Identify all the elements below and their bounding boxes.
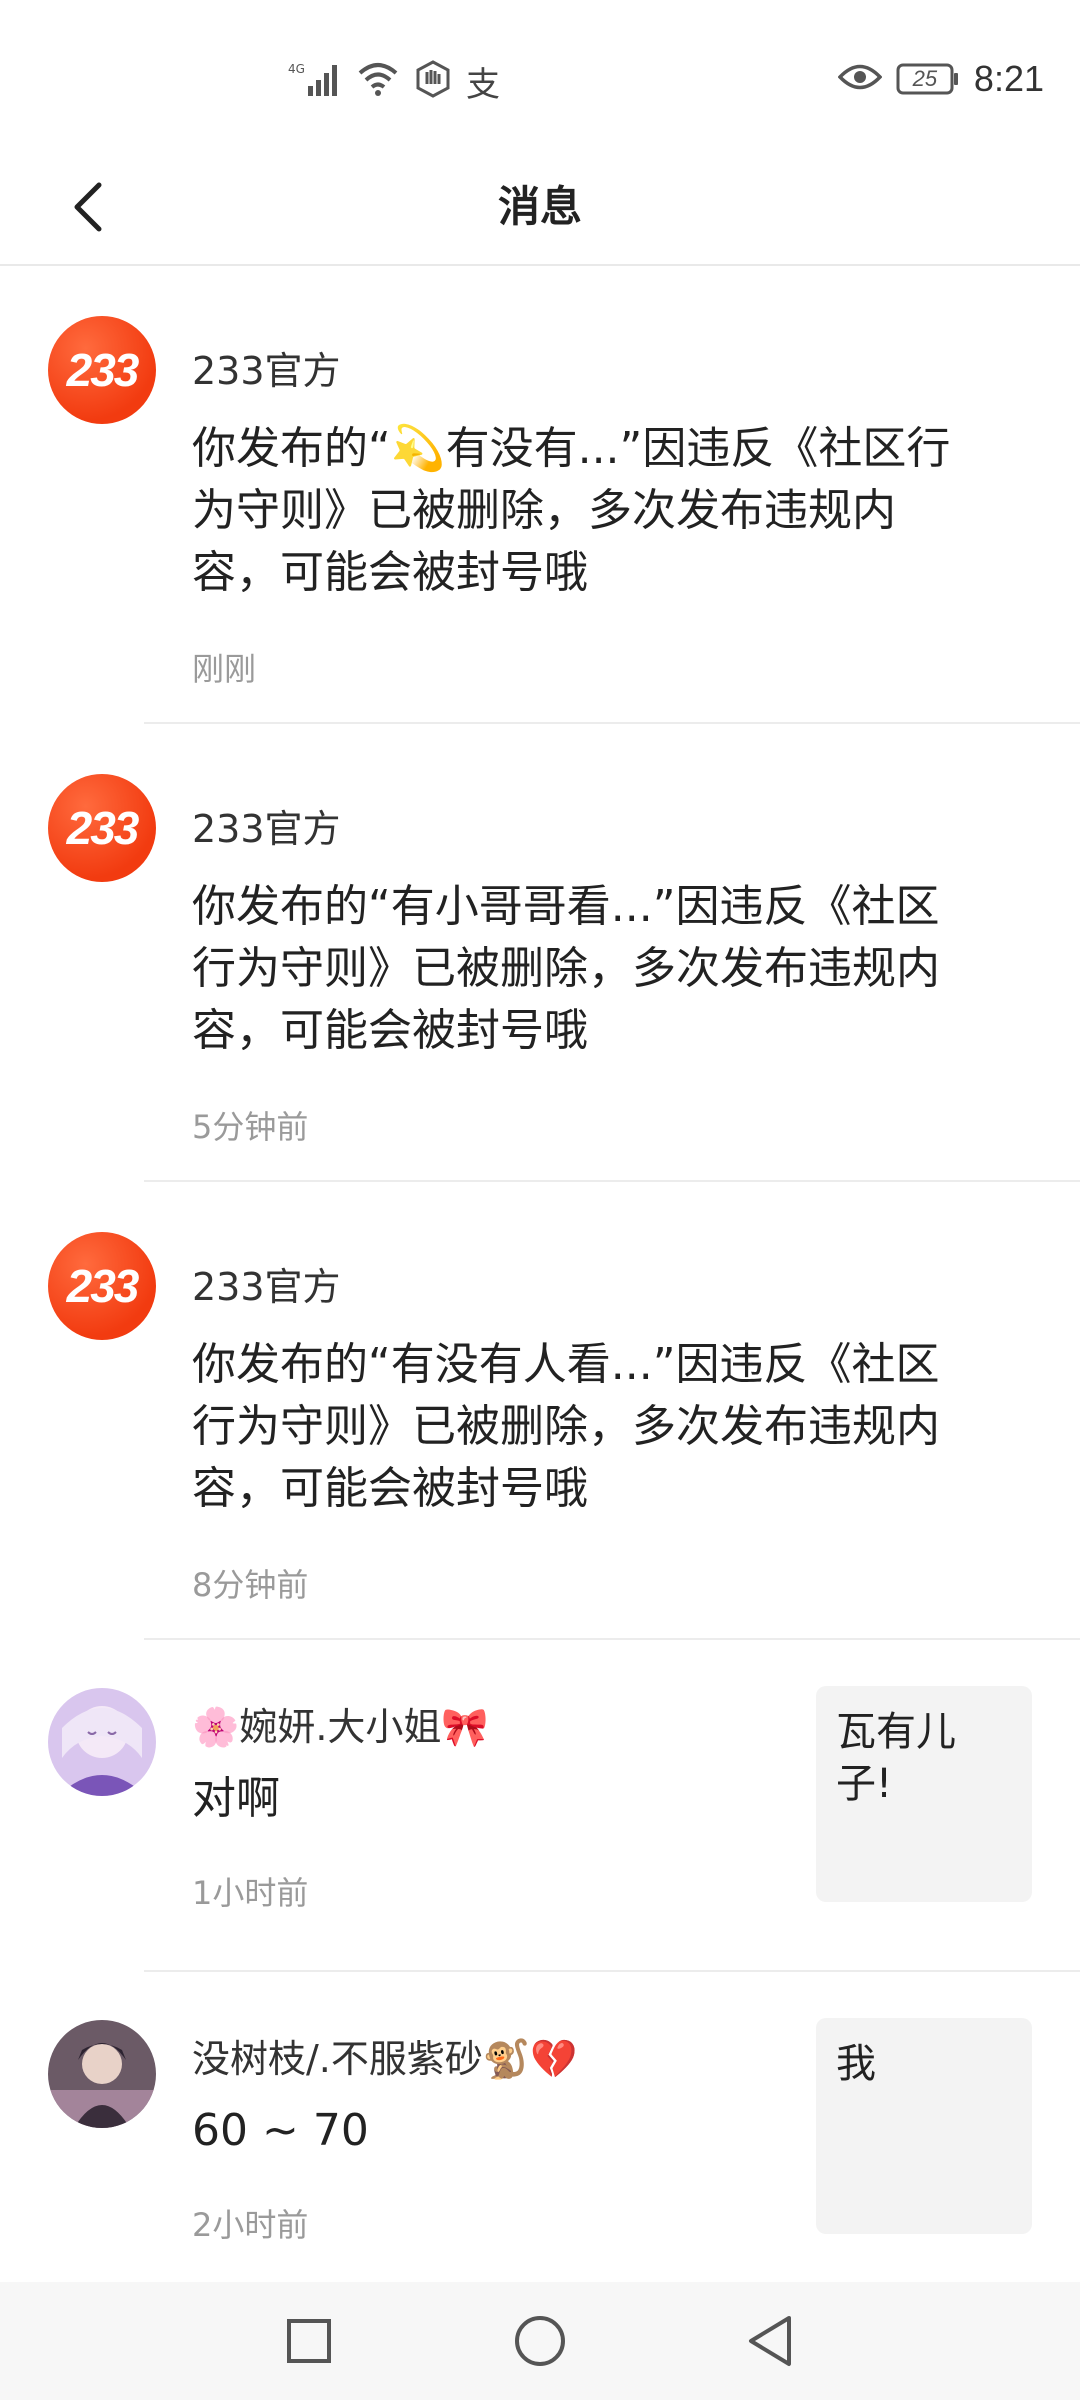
status-bar: 4G 支 25 8:21: [0, 0, 1080, 150]
message-list: 233 233官方 你发布的“💫有没有...”因违反《社区行为守则》已被删除，多…: [0, 266, 1080, 2312]
message-item[interactable]: 233 233官方 你发布的“💫有没有...”因违反《社区行为守则》已被删除，多…: [0, 266, 1080, 724]
message-content: 你发布的“💫有没有...”因违反《社区行为守则》已被删除，多次发布违规内容，可能…: [192, 423, 951, 598]
message-content: 对啊: [192, 1773, 280, 1824]
message-content: 你发布的“有小哥哥看...”因违反《社区行为守则》已被删除，多次发布违规内容，可…: [192, 881, 940, 1056]
page-title: 消息: [497, 182, 582, 231]
system-nav-bar: [0, 2282, 1080, 2400]
clock: 8:21: [973, 58, 1044, 99]
official-avatar[interactable]: 233: [48, 316, 156, 424]
sender-name[interactable]: 233官方: [192, 798, 341, 853]
sender-name[interactable]: 🌸婉妍.大小姐🎀: [192, 1696, 489, 1751]
message-time: 2小时前: [192, 2206, 309, 2244]
message-time: 1小时前: [192, 1874, 309, 1912]
quoted-post-text: 瓦有儿子!: [836, 1709, 956, 1807]
official-avatar[interactable]: 233: [48, 1232, 156, 1340]
quoted-post-card[interactable]: 瓦有儿子!: [816, 1686, 1032, 1902]
quoted-post-card[interactable]: 我: [816, 2018, 1032, 2234]
user-avatar[interactable]: [48, 1688, 156, 1796]
message-item[interactable]: 没树枝/.不服紫砂🐒💔 60 ~ 70 2小时前 我: [0, 1972, 1080, 2312]
sender-name[interactable]: 233官方: [192, 1256, 341, 1311]
battery-level: 25: [912, 66, 938, 91]
sender-name[interactable]: 233官方: [192, 340, 341, 395]
eye-icon: [837, 62, 883, 96]
hand-icon: [414, 60, 452, 102]
recent-apps-button[interactable]: [274, 2306, 344, 2376]
sender-name[interactable]: 没树枝/.不服紫砂🐒💔: [192, 2028, 578, 2083]
home-button[interactable]: [505, 2306, 575, 2376]
quoted-post-text: 我: [836, 2041, 876, 2087]
triangle-back-icon: [749, 2316, 791, 2366]
message-item[interactable]: 233 233官方 你发布的“有没有人看...”因违反《社区行为守则》已被删除，…: [0, 1182, 1080, 1640]
svg-text:4G: 4G: [288, 62, 305, 76]
official-avatar[interactable]: 233: [48, 774, 156, 882]
battery-icon: 25: [896, 62, 960, 96]
signal-icon: 4G: [288, 60, 342, 102]
message-item[interactable]: 233 233官方 你发布的“有小哥哥看...”因违反《社区行为守则》已被删除，…: [0, 724, 1080, 1182]
back-nav-button[interactable]: [735, 2306, 805, 2376]
message-time: 8分钟前: [192, 1566, 309, 1604]
square-icon: [287, 2319, 331, 2363]
app-header: 消息: [0, 150, 1080, 266]
alipay-icon: 支: [466, 64, 500, 105]
message-content: 60 ~ 70: [192, 2105, 369, 2156]
message-item[interactable]: 🌸婉妍.大小姐🎀 对啊 1小时前 瓦有儿子!: [0, 1640, 1080, 1972]
status-icons-right: 25 8:21: [837, 56, 1044, 102]
wifi-icon: [356, 61, 400, 101]
message-time: 刚刚: [192, 650, 257, 688]
message-time: 5分钟前: [192, 1108, 309, 1146]
status-icons-left: 4G 支: [288, 58, 500, 105]
circle-icon: [515, 2316, 565, 2366]
user-avatar[interactable]: [48, 2020, 156, 2128]
message-content: 你发布的“有没有人看...”因违反《社区行为守则》已被删除，多次发布违规内容，可…: [192, 1339, 940, 1514]
